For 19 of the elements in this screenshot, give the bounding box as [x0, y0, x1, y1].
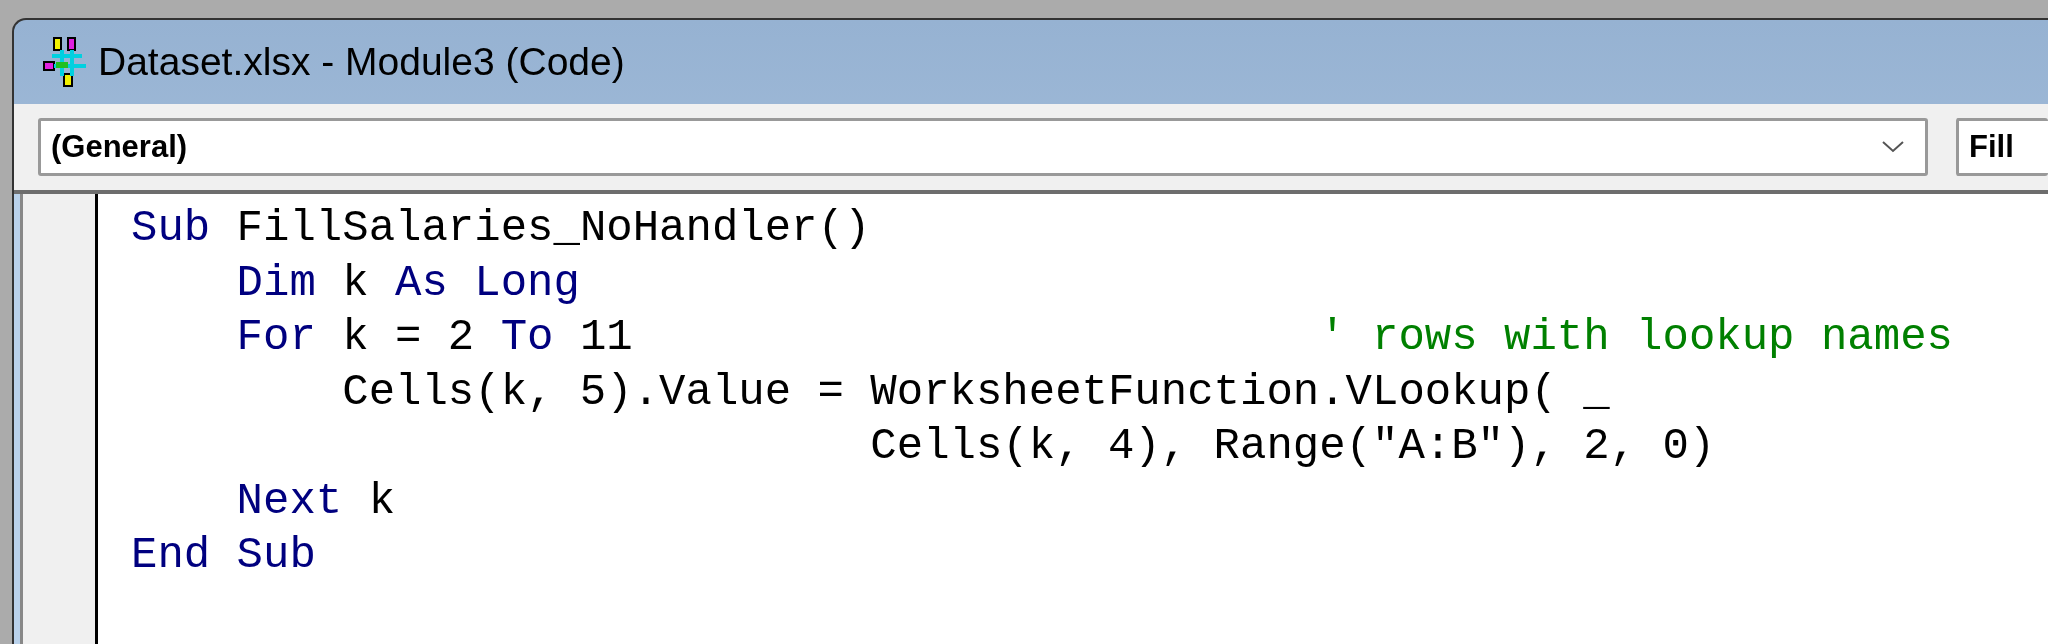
code-keyword: For — [235, 312, 316, 362]
code-keyword: As Long — [395, 257, 580, 308]
code-keyword: To — [500, 312, 554, 362]
code-comment: ' rows with lookup names — [1318, 312, 1953, 362]
code-text: FillSalaries_NoHandler() — [235, 203, 871, 253]
code-keyword: Sub — [131, 203, 211, 253]
object-dropdown[interactable]: (General) — [38, 118, 1928, 176]
code-keyword: Dim — [235, 257, 316, 308]
code-text: Cells(k, 5).Value = WorksheetFunction.VLookup( _ — [341, 366, 1610, 417]
code-text: Cells(k, 4), Range("A:B"), 2, 0) — [869, 421, 1716, 471]
caret-icon — [1881, 140, 1905, 154]
procedure-dropdown[interactable]: Fill — [1956, 118, 2048, 176]
code-text: 11 — [578, 312, 633, 362]
code-text: k — [341, 257, 370, 308]
code-text: k = 2 — [341, 312, 476, 362]
window-title: Dataset.xlsx - Module3 (Code) — [98, 40, 625, 84]
code-text: k — [367, 475, 396, 526]
code-keyword: End Sub — [131, 530, 316, 580]
code-keyword: Next — [235, 475, 343, 526]
